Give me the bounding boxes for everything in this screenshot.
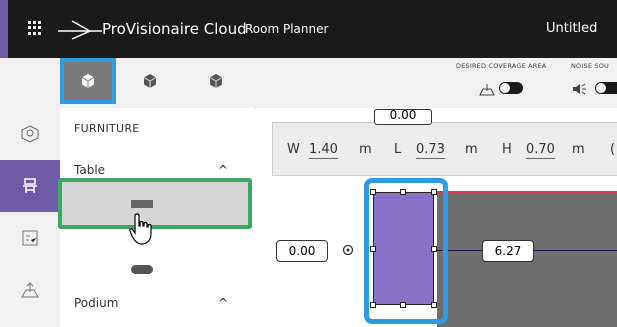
cube-icon — [81, 74, 95, 88]
resize-handle-tr[interactable] — [431, 189, 437, 195]
app-name: Room Planner — [245, 22, 329, 36]
toolbar: DESIRED COVERAGE AREA NOISE SOU — [0, 58, 617, 109]
rail-furniture-button[interactable] — [0, 160, 60, 212]
resize-handle-b[interactable] — [400, 302, 406, 308]
extra-field-fragment: ( — [610, 142, 616, 157]
accent-stripe — [0, 0, 8, 58]
height-unit: m — [572, 142, 585, 157]
rectangle-table-icon — [131, 200, 153, 208]
noise-source-label: NOISE SOU — [571, 62, 609, 70]
document-title[interactable]: Untitled — [546, 21, 597, 36]
resize-handle-l[interactable] — [370, 246, 376, 252]
rail-room-button[interactable] — [0, 108, 60, 160]
category-table[interactable]: Table — [74, 163, 105, 177]
category-table-collapse-icon[interactable]: ^ — [218, 163, 228, 177]
rail-coverage-button[interactable] — [0, 264, 60, 316]
resize-handle-t[interactable] — [400, 189, 406, 195]
resize-handle-tl[interactable] — [370, 189, 376, 195]
category-podium-collapse-icon[interactable]: ^ — [218, 296, 228, 310]
coverage-area-icon — [21, 282, 39, 298]
brand-name: ProVisionaire Cloud — [102, 20, 247, 38]
top-bar: ProVisionaire Cloud Room Planner Untitle… — [0, 0, 617, 58]
left-offset-input[interactable]: 0.00 — [276, 240, 328, 262]
view-3d-iso-button[interactable] — [124, 58, 176, 104]
height-label: H — [502, 142, 512, 157]
resize-handle-r[interactable] — [431, 246, 437, 252]
noise-source-toggle[interactable] — [595, 82, 617, 94]
length-input[interactable]: 0.73 — [416, 142, 445, 159]
width-input[interactable]: 1.40 — [309, 142, 338, 159]
rail-checklist-button[interactable] — [0, 212, 60, 264]
furniture-item-rect-table[interactable] — [58, 178, 252, 229]
cube-icon — [209, 74, 223, 88]
desired-coverage-toggle[interactable] — [499, 82, 523, 94]
top-offset-input[interactable]: 0.00 — [374, 109, 432, 125]
length-unit: m — [465, 142, 478, 157]
speaker-icon — [573, 83, 586, 95]
furniture-icon — [23, 178, 37, 193]
resize-handle-br[interactable] — [431, 302, 437, 308]
width-label: W — [287, 142, 300, 157]
resize-handle-bl[interactable] — [370, 302, 376, 308]
height-input[interactable]: 0.70 — [526, 142, 555, 159]
provisionaire-logo-icon — [58, 20, 102, 40]
left-rail — [0, 108, 61, 327]
rounded-table-icon[interactable] — [131, 265, 153, 274]
hand-cursor-icon — [129, 213, 152, 245]
panel-title: FURNITURE — [74, 122, 140, 135]
rotate-icon[interactable] — [342, 244, 354, 256]
view-3d-top-button[interactable] — [60, 58, 116, 104]
coverage-area-icon — [479, 84, 495, 96]
length-label: L — [394, 142, 402, 157]
app-grid-icon[interactable] — [28, 21, 42, 35]
cube-icon — [143, 74, 157, 88]
right-distance-input[interactable]: 6.27 — [482, 240, 534, 262]
desired-coverage-label: DESIRED COVERAGE AREA — [456, 62, 547, 70]
width-unit: m — [359, 142, 372, 157]
category-podium[interactable]: Podium — [74, 296, 118, 310]
room-shape-icon — [21, 125, 39, 143]
checklist-icon — [22, 230, 38, 246]
view-3d-alt-button[interactable] — [190, 58, 242, 104]
